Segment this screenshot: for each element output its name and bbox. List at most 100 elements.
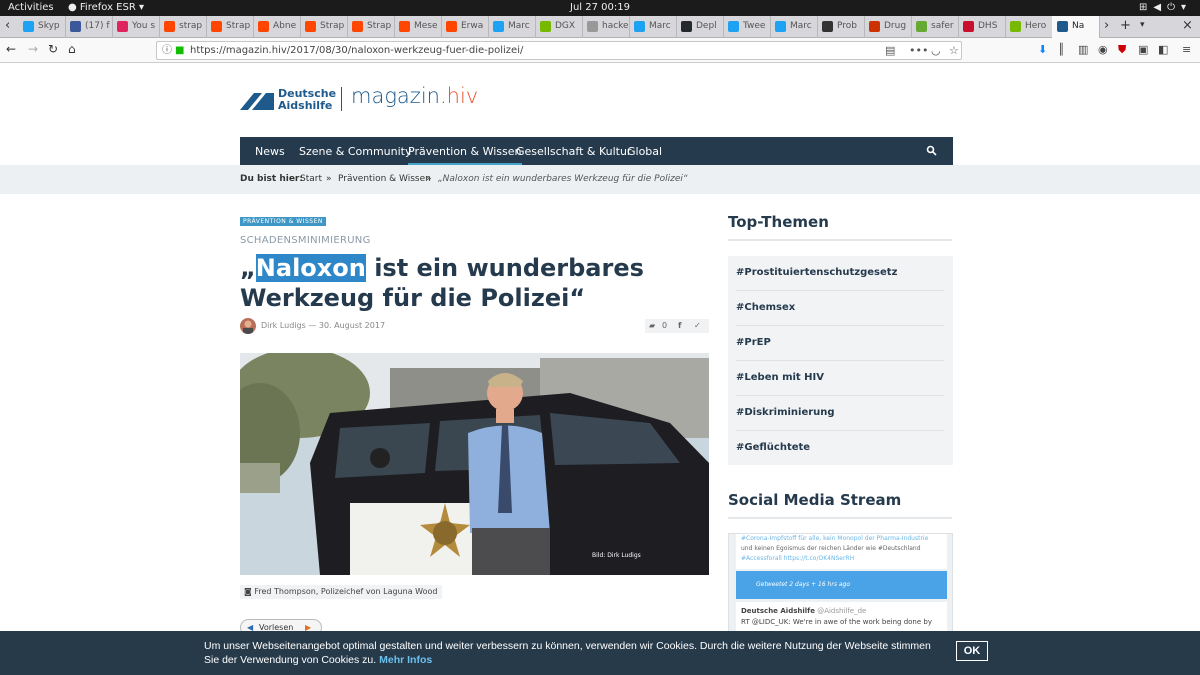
browser-tab[interactable]: Twee — [723, 16, 771, 38]
back-icon[interactable]: ← — [6, 42, 16, 56]
search-icon[interactable] — [926, 145, 937, 156]
site-info-icon[interactable]: ⓘ — [162, 42, 172, 59]
more-info-link[interactable]: Mehr Infos — [379, 654, 432, 666]
browser-tab[interactable]: (17) f — [65, 16, 113, 38]
logo-divider — [341, 87, 342, 111]
browser-tab[interactable]: Marc — [770, 16, 818, 38]
twitter-icon[interactable]: ✓ — [694, 319, 701, 333]
tweet-author[interactable]: Deutsche Aidshilfe — [741, 607, 815, 615]
app-menu[interactable]: ● Firefox ESR ▾ — [68, 0, 144, 16]
browser-tab[interactable]: Erwa — [441, 16, 489, 38]
library-icon[interactable]: ║ — [1058, 43, 1065, 56]
topic-link[interactable]: #Leben mit HIV — [736, 361, 944, 396]
browser-tab[interactable]: Hero — [1005, 16, 1053, 38]
downloads-icon[interactable]: ⬇ — [1038, 43, 1047, 56]
breadcrumb-category[interactable]: Prävention & Wissen — [338, 165, 431, 194]
cookie-text-block: Um unser Webseitenangebot optimal gestal… — [204, 639, 944, 667]
nav-item-news[interactable]: News — [255, 137, 285, 165]
heading-divider — [728, 517, 952, 519]
reader-view-icon[interactable]: ▤ — [885, 42, 895, 59]
browser-tab[interactable]: Na — [1052, 16, 1100, 38]
browser-tab[interactable]: Strap — [347, 16, 395, 38]
new-tab-icon[interactable]: + — [1120, 18, 1131, 33]
extension-icon-2[interactable]: ◧ — [1158, 43, 1168, 56]
article-kicker: SCHADENSMINIMIERUNG — [240, 235, 371, 246]
topic-link[interactable]: #Chemsex — [736, 291, 944, 326]
tab-label: Twee — [743, 21, 766, 31]
tab-favicon-icon — [681, 21, 692, 32]
nav-item-global[interactable]: Global — [627, 137, 662, 165]
reload-icon[interactable]: ↻ — [48, 42, 58, 56]
sidebar-icon[interactable]: ▥ — [1078, 43, 1088, 56]
category-badge[interactable]: PRÄVENTION & WISSEN — [240, 217, 326, 226]
browser-tab[interactable]: Marc — [488, 16, 536, 38]
activities-button[interactable]: Activities — [8, 0, 54, 16]
system-status-icons[interactable]: ⊞◀⏻▾ — [1139, 0, 1192, 16]
tab-favicon-icon — [493, 21, 504, 32]
tab-favicon-icon — [775, 21, 786, 32]
scroll-tabs-left-icon[interactable]: ‹ — [5, 18, 10, 33]
author-avatar[interactable] — [240, 318, 256, 334]
tab-label: You s — [132, 21, 156, 31]
url-text[interactable]: https://magazin.hiv/2017/08/30/naloxon-w… — [190, 42, 523, 59]
topic-link[interactable]: #Diskriminierung — [736, 396, 944, 431]
browser-tab[interactable]: Strap — [206, 16, 254, 38]
browser-tab[interactable]: Depl — [676, 16, 724, 38]
browser-tab[interactable]: DGX — [535, 16, 583, 38]
facebook-icon[interactable]: f — [678, 319, 681, 333]
pocket-icon[interactable]: ◡ — [931, 42, 941, 59]
browser-tab[interactable]: You s — [112, 16, 160, 38]
cookie-ok-button[interactable]: OK — [956, 641, 988, 661]
tweet-handle[interactable]: @Aidshilfe_de — [817, 607, 866, 615]
nav-item-szene[interactable]: Szene & Community — [299, 137, 412, 165]
breadcrumb-start[interactable]: Start — [300, 165, 322, 194]
tweet-meta-bar[interactable]: Getweetet 2 days + 16 hrs ago — [736, 571, 947, 599]
clock[interactable]: Jul 27 00:19 — [570, 0, 630, 16]
tweet-text-line: #Corona-Impfstoff für alle, kein Monopol… — [741, 535, 929, 542]
nav-item-gesellschaft[interactable]: Gesellschaft & Kultur — [516, 137, 631, 165]
tab-label: Marc — [508, 21, 530, 31]
browser-tab[interactable]: hackers — [582, 16, 630, 38]
topic-link[interactable]: #Prostituiertenschutzgesetz — [736, 256, 944, 291]
tab-strip: ‹ Skyp (17) f You s strap Strap Abne Strap Stra… — [0, 16, 1200, 38]
close-window-icon[interactable]: × — [1182, 18, 1193, 33]
topic-link[interactable]: #Geflüchtete — [736, 431, 944, 466]
browser-tab[interactable]: Prob — [817, 16, 865, 38]
home-icon[interactable]: ⌂ — [68, 42, 76, 56]
browser-tab[interactable]: Drug — [864, 16, 912, 38]
forward-icon[interactable]: → — [28, 42, 38, 56]
comments-icon[interactable]: ▰ — [649, 319, 655, 333]
browser-tab[interactable]: Mese — [394, 16, 442, 38]
tab-favicon-icon — [540, 21, 551, 32]
tweet-card[interactable]: #Corona-Impfstoff für alle, kein Monopol… — [736, 534, 947, 569]
bookmark-star-icon[interactable]: ☆ — [949, 42, 959, 59]
navigation-toolbar: ← → ↻ ⌂ ⓘ ■ https://magazin.hiv/2017/08/… — [0, 38, 1200, 63]
breadcrumb-separator: » — [426, 174, 432, 184]
tab-favicon-icon — [916, 21, 927, 32]
url-bar[interactable]: ⓘ ■ https://magazin.hiv/2017/08/30/nalox… — [156, 41, 962, 60]
tab-label: DHS — [978, 21, 998, 31]
scroll-tabs-right-icon[interactable]: › — [1104, 18, 1109, 33]
browser-tab[interactable]: strap — [159, 16, 207, 38]
browser-tab[interactable]: Skyp — [18, 16, 66, 38]
topic-link[interactable]: #PrEP — [736, 326, 944, 361]
tweet-text-line: #Accessforall https://t.co/OK4NSerRH — [741, 555, 855, 562]
hamburger-menu-icon[interactable]: ≡ — [1182, 43, 1191, 56]
list-tabs-icon[interactable]: ▾ — [1140, 20, 1145, 30]
browser-tab[interactable]: safer — [911, 16, 959, 38]
breadcrumb-label: Du bist hier: — [240, 174, 303, 184]
sync-icon[interactable]: ◉ — [1098, 43, 1108, 56]
tab-favicon-icon — [822, 21, 833, 32]
tab-favicon-icon — [446, 21, 457, 32]
extension-icon[interactable]: ▣ — [1138, 43, 1148, 56]
browser-tab[interactable]: Marc — [629, 16, 677, 38]
browser-tab[interactable]: Strap — [300, 16, 348, 38]
comment-count[interactable]: 0 — [662, 319, 667, 333]
page-actions-icon[interactable]: ••• — [909, 42, 928, 59]
byline[interactable]: Dirk Ludigs — 30. August 2017 — [261, 321, 385, 330]
social-stream-heading: Social Media Stream — [728, 491, 902, 509]
browser-tab[interactable]: DHS — [958, 16, 1006, 38]
browser-tab[interactable]: Abne — [253, 16, 301, 38]
adblock-extension-icon[interactable]: ⛊ — [1118, 43, 1126, 57]
nav-item-praevention[interactable]: Prävention & Wissen — [408, 137, 522, 165]
